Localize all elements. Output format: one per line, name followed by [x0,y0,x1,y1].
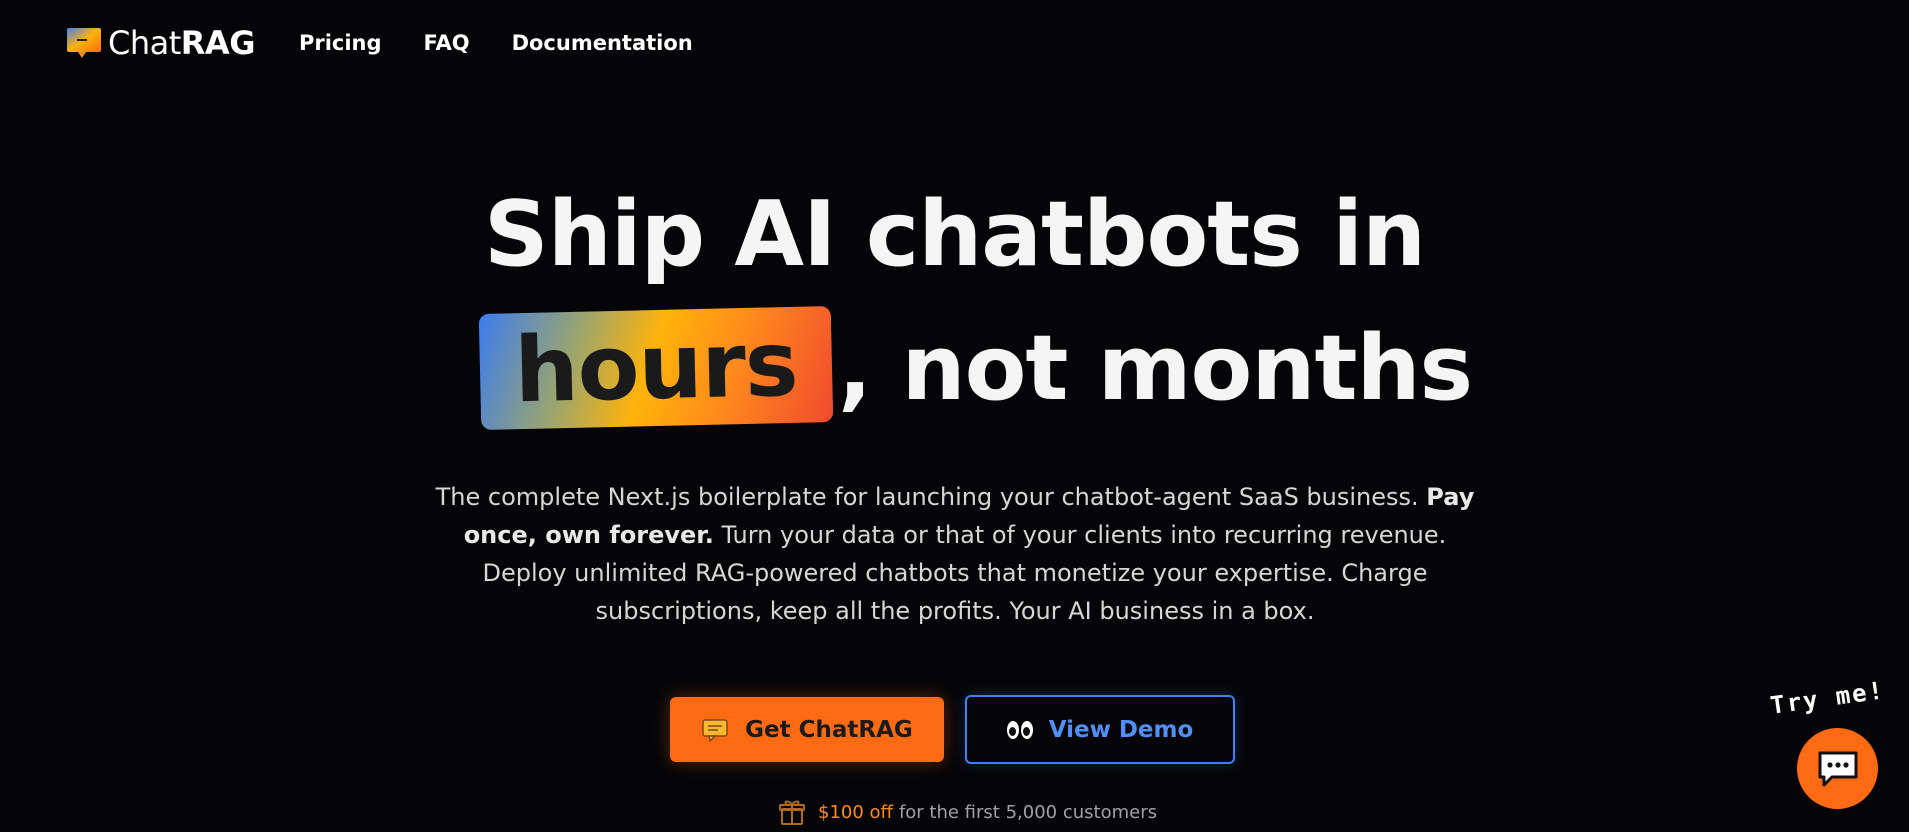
gift-icon [779,800,805,825]
discount-amount: $100 off [818,801,893,823]
nav-faq[interactable]: FAQ [424,31,470,55]
hero-title-line1: Ship AI chatbots in [483,182,1426,287]
logo-text: ChatRAG [108,24,255,62]
hero-title-rest: , not months [838,315,1473,421]
logo-link[interactable]: ChatRAG [66,24,255,62]
main-nav: Pricing FAQ Documentation [299,31,735,55]
nav-pricing[interactable]: Pricing [299,31,382,55]
get-chatrag-button[interactable]: Get ChatRAG [670,697,944,762]
header: ChatRAG Pricing FAQ Documentation [66,24,735,62]
message-icon [702,718,728,742]
eyes-icon [1006,720,1035,739]
description-part1: The complete Next.js boilerplate for lau… [435,483,1419,511]
chat-widget-button[interactable] [1797,728,1878,809]
chat-dots-icon [1818,751,1857,786]
nav-documentation[interactable]: Documentation [512,31,693,55]
hero-title-line2: hours , not months [478,306,1473,430]
discount-text: for the first 5,000 customers [898,801,1157,823]
page: ChatRAG Pricing FAQ Documentation Ship A… [0,0,1909,832]
get-chatrag-label: Get ChatRAG [745,716,913,743]
discount-notice: $100 off for the first 5,000 customers [778,798,1157,826]
hero-highlight-word: hours [478,306,834,430]
chat-bubble-logo-icon [67,28,101,58]
hero-description: The complete Next.js boilerplate for lau… [430,478,1480,630]
try-me-label: Try me! [1768,676,1887,720]
view-demo-button[interactable]: View Demo [965,695,1235,764]
view-demo-label: View Demo [1048,716,1194,743]
